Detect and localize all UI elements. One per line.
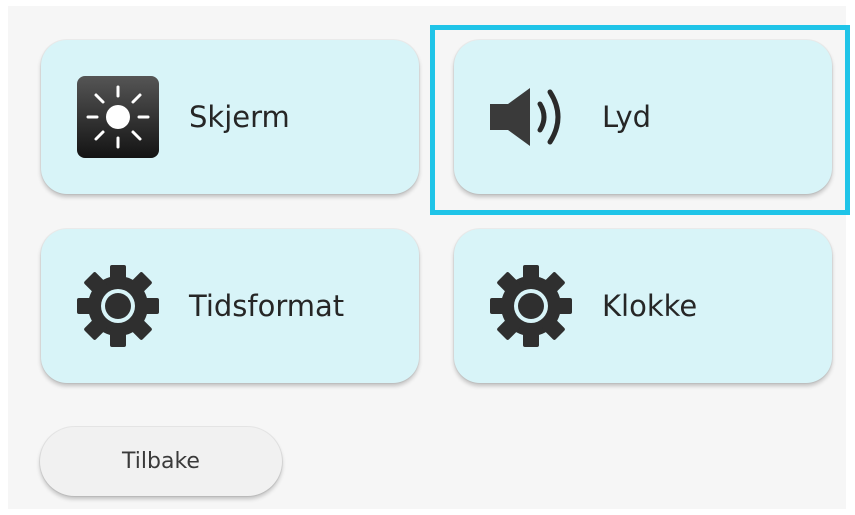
gear-icon xyxy=(490,265,572,347)
selection-highlight xyxy=(430,25,850,215)
tidsformat-label: Tidsformat xyxy=(189,289,345,323)
back-button[interactable]: Tilbake xyxy=(40,427,282,496)
skjerm-tile[interactable]: Skjerm xyxy=(41,40,419,194)
skjerm-label: Skjerm xyxy=(189,100,290,134)
gear-icon xyxy=(77,265,159,347)
klokke-label: Klokke xyxy=(602,289,698,323)
brightness-icon xyxy=(77,76,159,158)
tidsformat-tile[interactable]: Tidsformat xyxy=(41,229,419,383)
settings-screen: Skjerm Lyd Tidsformat Klokke Tilbake xyxy=(8,6,850,509)
klokke-tile[interactable]: Klokke xyxy=(454,229,832,383)
